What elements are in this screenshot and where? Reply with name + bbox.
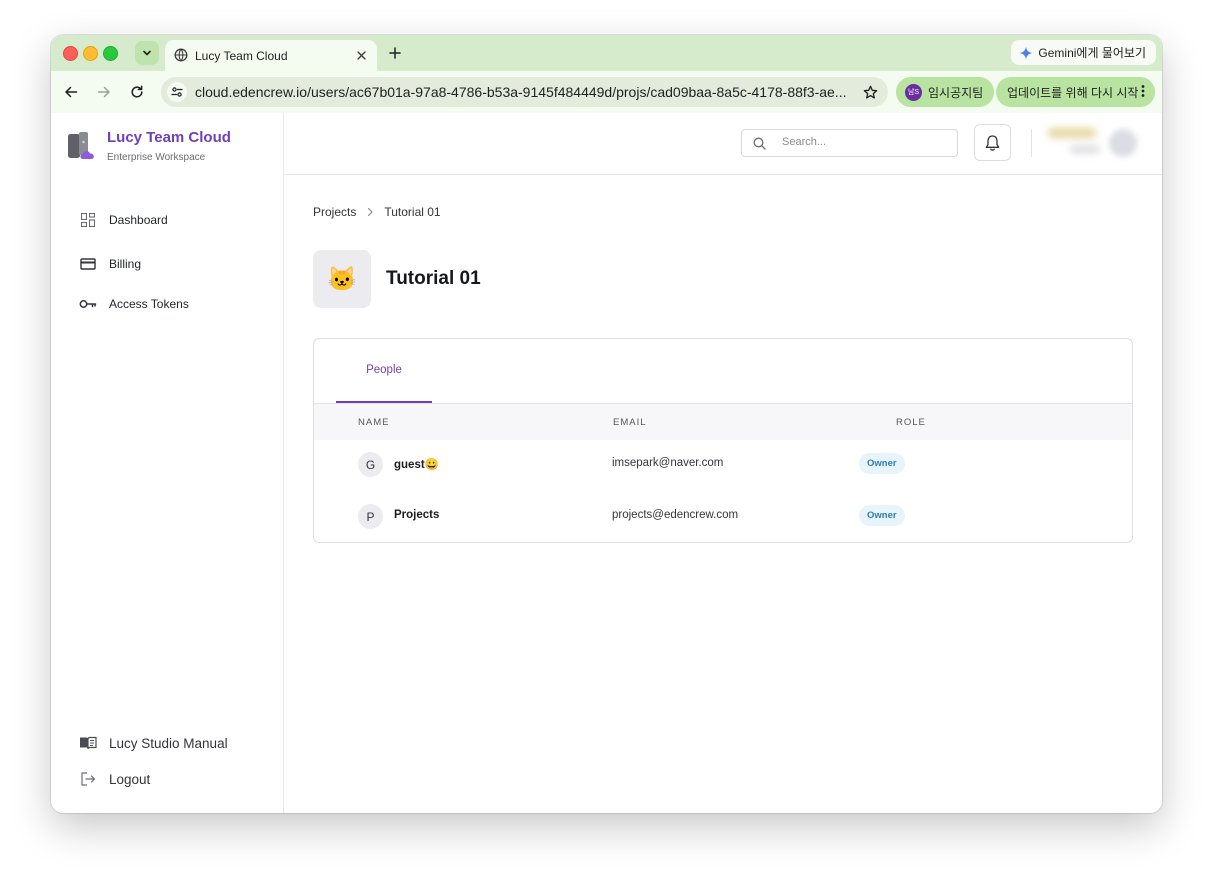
breadcrumb-projects-link[interactable]: Projects (313, 205, 356, 219)
plus-icon (389, 47, 401, 59)
kebab-menu-icon (1141, 85, 1145, 97)
manual-label: Lucy Studio Manual (109, 735, 228, 751)
breadcrumb-current: Tutorial 01 (384, 205, 441, 219)
profile-avatar: 남S (905, 83, 922, 101)
tab-people[interactable]: People (336, 339, 432, 403)
top-bar (284, 113, 1162, 175)
sidebar-item-label: Billing (109, 257, 142, 271)
column-header-role: ROLE (896, 417, 926, 428)
book-icon (79, 734, 97, 752)
table-row[interactable]: G guest😀 imsepark@naver.com Owner (314, 438, 1132, 490)
profile-label: 임시공지팀 (928, 85, 984, 100)
bookmark-button[interactable] (860, 82, 880, 102)
logout-button[interactable]: Logout (79, 767, 150, 791)
site-info-button[interactable] (167, 82, 187, 102)
toolbar-divider (1031, 129, 1032, 157)
tune-icon (171, 87, 183, 97)
browser-toolbar: cloud.edencrew.io/users/ac67b01a-97a8-47… (51, 71, 1162, 114)
relaunch-update-button[interactable]: 업데이트를 위해 다시 시작 (996, 77, 1155, 107)
lucy-logo-icon (68, 132, 94, 159)
brand-subtitle: Enterprise Workspace (107, 152, 206, 163)
search-box[interactable] (741, 129, 958, 157)
dashboard-icon (79, 211, 97, 229)
globe-icon (174, 48, 188, 62)
arrow-left-icon (65, 86, 78, 98)
column-header-email: EMAIL (613, 417, 647, 428)
tab-bar: People (314, 339, 1132, 404)
browser-window: Lucy Team Cloud Gemini에게 물어보기 cloud.eden… (51, 35, 1162, 813)
app: Lucy Team Cloud Enterprise Workspace Das… (51, 113, 1162, 813)
arrow-right-icon (97, 86, 110, 98)
chevron-right-icon (368, 207, 373, 217)
member-name: guest😀 (394, 459, 439, 471)
tab-search-button[interactable] (135, 41, 159, 65)
minimize-window-button[interactable] (83, 46, 98, 61)
maximize-window-button[interactable] (103, 46, 118, 61)
role-badge: Owner (859, 505, 905, 526)
main-content: Projects Tutorial 01 🐱 Tutorial 01 Peopl… (284, 113, 1162, 813)
table-header: NAME EMAIL ROLE (314, 404, 1132, 440)
gemini-button[interactable]: Gemini에게 물어보기 (1011, 40, 1156, 65)
sidebar-item-dashboard[interactable]: Dashboard (79, 209, 168, 231)
browser-tab-active[interactable]: Lucy Team Cloud (165, 40, 377, 71)
bell-icon (985, 134, 1000, 151)
member-email: projects@edencrew.com (612, 509, 739, 521)
forward-button[interactable] (92, 80, 116, 104)
close-icon (356, 50, 366, 60)
address-bar[interactable]: cloud.edencrew.io/users/ac67b01a-97a8-47… (161, 77, 888, 107)
role-badge: Owner (859, 453, 905, 474)
gemini-sparkle-icon (1019, 46, 1033, 59)
logout-icon (79, 770, 97, 788)
brand-title: Lucy Team Cloud (107, 129, 231, 146)
sidebar-item-label: Access Tokens (109, 297, 189, 311)
search-input[interactable] (780, 135, 954, 149)
column-header-name: NAME (358, 417, 390, 428)
back-button[interactable] (59, 80, 83, 104)
reload-button[interactable] (125, 80, 149, 104)
search-icon (753, 137, 766, 150)
sidebar-link-manual[interactable]: Lucy Studio Manual (79, 731, 228, 755)
breadcrumb: Projects Tutorial 01 (313, 205, 441, 219)
close-window-button[interactable] (63, 46, 78, 61)
tab-close-button[interactable] (353, 47, 369, 63)
new-tab-button[interactable] (385, 43, 405, 63)
user-info-blurred[interactable] (1046, 125, 1106, 161)
sidebar-item-label: Dashboard (109, 213, 168, 227)
sidebar-item-access-tokens[interactable]: Access Tokens (79, 293, 189, 315)
profile-button[interactable]: 남S 임시공지팀 (896, 77, 995, 107)
table-row[interactable]: P Projects projects@edencrew.com Owner (314, 490, 1132, 542)
member-name: Projects (394, 509, 440, 521)
chevron-down-icon (143, 50, 151, 56)
project-avatar: 🐱 (313, 250, 371, 308)
update-label: 업데이트를 위해 다시 시작 (1007, 85, 1139, 100)
tab-title: Lucy Team Cloud (195, 49, 288, 63)
page-title: Tutorial 01 (386, 268, 481, 289)
gemini-label: Gemini에게 물어보기 (1038, 46, 1146, 60)
avatar[interactable] (1109, 129, 1137, 157)
logout-label: Logout (109, 771, 151, 787)
credit-card-icon (79, 255, 97, 273)
url-text[interactable]: cloud.edencrew.io/users/ac67b01a-97a8-47… (195, 84, 850, 100)
member-email: imsepark@naver.com (612, 457, 724, 469)
sidebar-item-billing[interactable]: Billing (79, 253, 141, 275)
notifications-button[interactable] (974, 124, 1011, 161)
people-card: People NAME EMAIL ROLE G guest😀 imsepark… (313, 338, 1133, 543)
sidebar: Lucy Team Cloud Enterprise Workspace Das… (51, 113, 284, 813)
reload-icon (131, 85, 143, 98)
member-initial-avatar: P (358, 504, 383, 529)
browser-tab-strip: Lucy Team Cloud Gemini에게 물어보기 (51, 35, 1162, 71)
star-icon (863, 85, 877, 99)
key-icon (79, 295, 97, 313)
member-initial-avatar: G (358, 452, 383, 477)
